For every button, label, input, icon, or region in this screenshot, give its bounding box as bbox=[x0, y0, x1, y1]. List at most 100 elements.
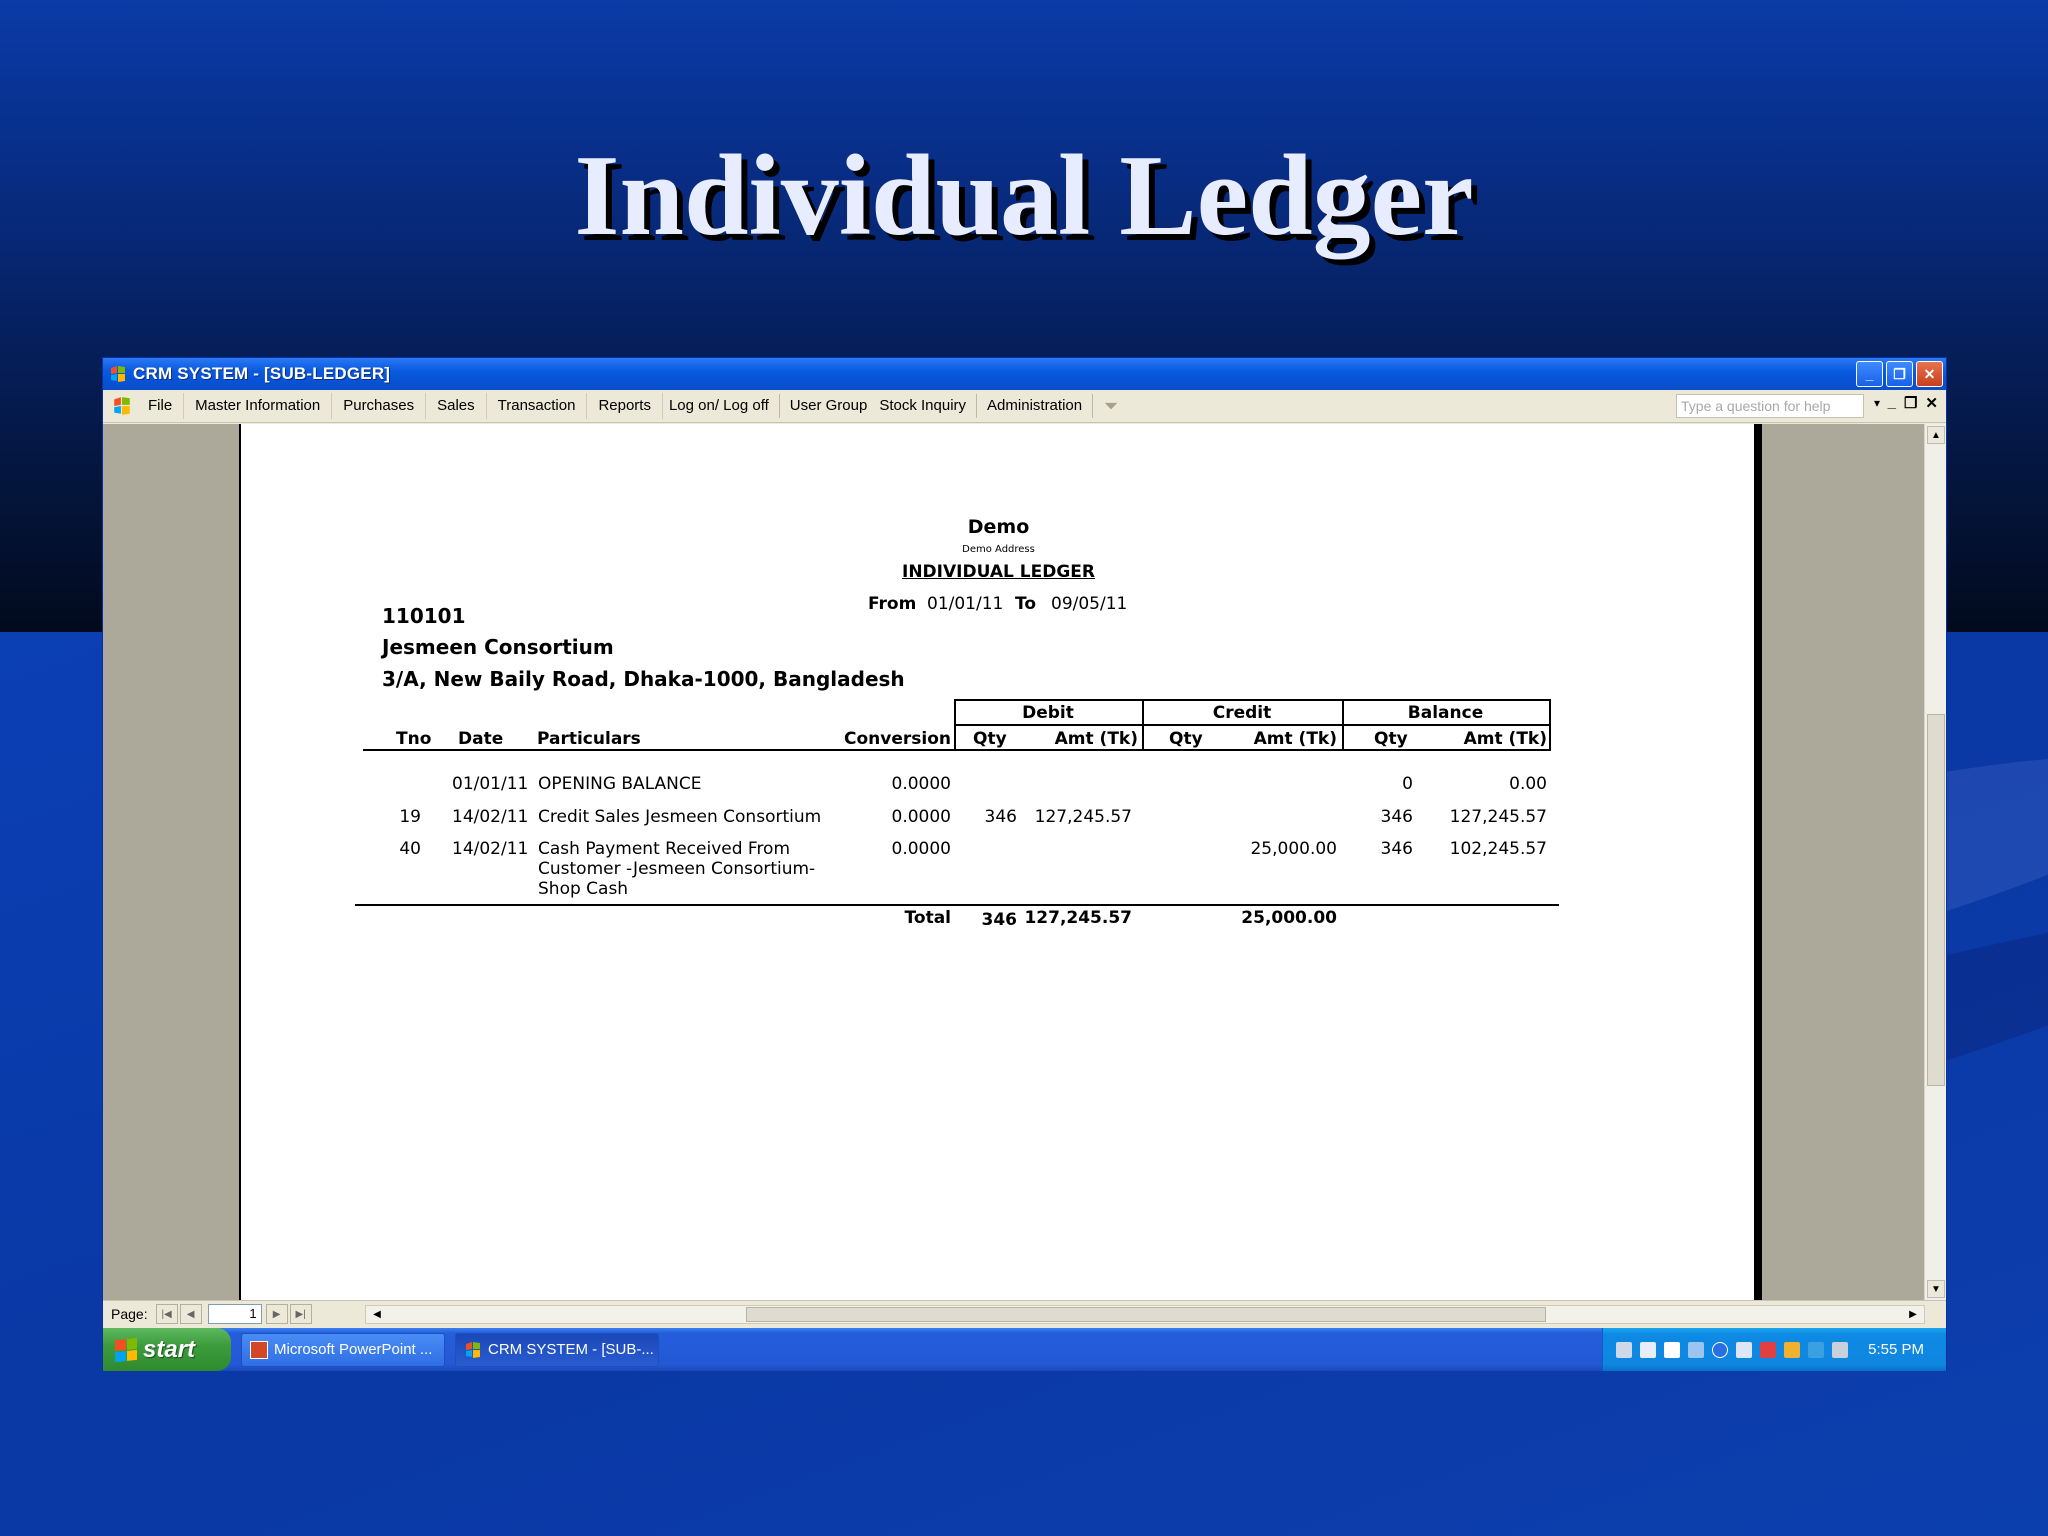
page-number-input[interactable]: 1 bbox=[207, 1304, 262, 1324]
report-title: INDIVIDUAL LEDGER bbox=[902, 562, 1095, 582]
from-date: 01/01/11 bbox=[927, 594, 1004, 614]
chevron-down-icon[interactable]: ▾ bbox=[1874, 396, 1880, 410]
cell-balance-amt: 0.00 bbox=[1509, 774, 1547, 794]
page-shadow bbox=[1754, 424, 1762, 1300]
mdi-restore-button[interactable]: ❐ bbox=[1904, 394, 1917, 412]
cell-debit-amt: 127,245.57 bbox=[1034, 807, 1132, 827]
tray-antivirus-icon[interactable] bbox=[1760, 1341, 1777, 1358]
report-address: Demo Address bbox=[962, 544, 1035, 555]
mdi-minimize-button[interactable]: _ bbox=[1888, 394, 1896, 412]
taskbar: start Microsoft PowerPoint ... CRM SYSTE… bbox=[103, 1328, 1946, 1371]
horizontal-scroll-thumb[interactable] bbox=[746, 1307, 1546, 1322]
group-credit: Credit bbox=[1212, 703, 1272, 723]
table-rule bbox=[954, 699, 1551, 701]
close-button[interactable]: ✕ bbox=[1916, 361, 1943, 387]
to-date: 09/05/11 bbox=[1051, 594, 1128, 614]
tray-back-icon[interactable] bbox=[1712, 1341, 1729, 1358]
cell-particulars: OPENING BALANCE bbox=[538, 774, 702, 794]
start-label: start bbox=[143, 1335, 196, 1363]
col-credit-amt: Amt (Tk) bbox=[1253, 729, 1337, 749]
task-label: CRM SYSTEM - [SUB-... bbox=[488, 1341, 654, 1358]
menu-administration[interactable]: Administration bbox=[981, 393, 1088, 419]
last-page-icon[interactable]: ▶| bbox=[289, 1304, 312, 1324]
system-tray: 5:55 PM bbox=[1602, 1328, 1946, 1371]
scroll-right-icon[interactable]: ▶ bbox=[1904, 1306, 1922, 1323]
report-navigation-bar: Page: |◀ ◀ 1 ▶ ▶| ◀ ▶ bbox=[103, 1300, 1946, 1327]
menu-purchases[interactable]: Purchases bbox=[332, 393, 427, 419]
cell-date: 01/01/11 bbox=[452, 774, 529, 794]
cell-particulars: Customer -Jesmeen Consortium- bbox=[538, 859, 816, 879]
scroll-down-icon[interactable]: ▼ bbox=[1927, 1280, 1945, 1298]
restore-button[interactable]: ❐ bbox=[1886, 361, 1913, 387]
total-label: Total bbox=[904, 908, 951, 928]
slide-title: Individual Ledger bbox=[574, 132, 1474, 260]
help-search-input[interactable]: Type a question for help bbox=[1676, 394, 1864, 418]
menu-stock-inquiry[interactable]: Stock Inquiry bbox=[873, 393, 972, 419]
scroll-up-icon[interactable]: ▲ bbox=[1927, 426, 1945, 444]
start-button[interactable]: start bbox=[103, 1328, 231, 1371]
tray-volume-icon[interactable] bbox=[1736, 1341, 1753, 1358]
total-credit-amt: 25,000.00 bbox=[1241, 908, 1337, 928]
menu-file[interactable]: File bbox=[137, 393, 185, 419]
tray-tool-icon[interactable] bbox=[1616, 1341, 1633, 1358]
cell-conversion: 0.0000 bbox=[891, 774, 951, 794]
col-balance-amt: Amt (Tk) bbox=[1463, 729, 1547, 749]
table-rule bbox=[954, 724, 1551, 726]
powerpoint-icon bbox=[250, 1340, 268, 1359]
first-page-icon[interactable]: |◀ bbox=[155, 1304, 178, 1324]
menu-user-group[interactable]: User Group bbox=[784, 393, 874, 419]
menu-separator bbox=[1092, 394, 1094, 418]
group-balance: Balance bbox=[1407, 703, 1484, 723]
menu-log-on-off[interactable]: Log on/ Log off bbox=[663, 393, 775, 419]
horizontal-scrollbar[interactable]: ◀ ▶ bbox=[365, 1305, 1925, 1324]
table-rule bbox=[355, 904, 1559, 906]
task-crm-system[interactable]: CRM SYSTEM - [SUB-... bbox=[455, 1332, 659, 1367]
tray-screen-icon[interactable] bbox=[1832, 1341, 1849, 1358]
next-page-icon[interactable]: ▶ bbox=[265, 1304, 288, 1324]
minimize-button[interactable]: _ bbox=[1856, 361, 1883, 387]
scroll-left-icon[interactable]: ◀ bbox=[368, 1306, 386, 1323]
window-titlebar[interactable]: CRM SYSTEM - [SUB-LEDGER] _ ❐ ✕ bbox=[103, 358, 1946, 390]
report-viewer: Demo Demo Address INDIVIDUAL LEDGER From… bbox=[103, 424, 1925, 1300]
to-label: To bbox=[1015, 594, 1037, 614]
task-powerpoint[interactable]: Microsoft PowerPoint ... bbox=[241, 1332, 445, 1367]
filter-icon[interactable]: ⏷ bbox=[1097, 393, 1125, 419]
tray-help-icon[interactable] bbox=[1664, 1341, 1681, 1358]
total-debit-amt: 127,245.57 bbox=[1024, 908, 1132, 928]
vertical-scrollbar[interactable]: ▲ ▼ bbox=[1924, 424, 1946, 1300]
cell-conversion: 0.0000 bbox=[891, 839, 951, 859]
cell-particulars: Cash Payment Received From bbox=[538, 839, 791, 859]
col-debit-amt: Amt (Tk) bbox=[1054, 729, 1138, 749]
cell-tno: 19 bbox=[399, 807, 421, 827]
col-credit-qty: Qty bbox=[1169, 729, 1203, 749]
menu-sales[interactable]: Sales bbox=[426, 393, 487, 419]
cell-credit-amt: 25,000.00 bbox=[1250, 839, 1337, 859]
tray-monitor-icon[interactable] bbox=[1808, 1341, 1825, 1358]
menu-transaction[interactable]: Transaction bbox=[487, 393, 588, 419]
tray-arrow-icon[interactable] bbox=[1688, 1341, 1705, 1358]
previous-page-icon[interactable]: ◀ bbox=[179, 1304, 202, 1324]
mdi-close-button[interactable]: ✕ bbox=[1925, 394, 1938, 412]
app-logo-icon bbox=[464, 1341, 482, 1359]
window-title: CRM SYSTEM - [SUB-LEDGER] bbox=[133, 364, 391, 383]
tray-display-icon[interactable] bbox=[1640, 1341, 1657, 1358]
menu-master-information[interactable]: Master Information bbox=[184, 393, 333, 419]
cell-particulars: Shop Cash bbox=[538, 879, 629, 899]
task-label: Microsoft PowerPoint ... bbox=[274, 1341, 433, 1358]
menu-separator bbox=[778, 394, 780, 418]
menu-bar: File Master Information Purchases Sales … bbox=[103, 390, 1946, 423]
cell-balance-amt: 102,245.57 bbox=[1449, 839, 1547, 859]
account-code: 110101 bbox=[382, 604, 466, 628]
vertical-scroll-thumb[interactable] bbox=[1927, 714, 1945, 1086]
col-tno: Tno bbox=[396, 729, 432, 749]
cell-particulars: Credit Sales Jesmeen Consortium bbox=[538, 807, 822, 827]
page-label: Page: bbox=[111, 1306, 148, 1322]
menu-reports[interactable]: Reports bbox=[587, 393, 663, 419]
cell-tno: 40 bbox=[399, 839, 421, 859]
account-address: 3/A, New Baily Road, Dhaka-1000, Banglad… bbox=[382, 667, 905, 691]
windows-logo-icon bbox=[115, 1337, 137, 1362]
cell-date: 14/02/11 bbox=[452, 839, 529, 859]
tray-network-icon[interactable] bbox=[1784, 1341, 1801, 1358]
from-label: From bbox=[868, 594, 917, 614]
cell-balance-amt: 127,245.57 bbox=[1449, 807, 1547, 827]
